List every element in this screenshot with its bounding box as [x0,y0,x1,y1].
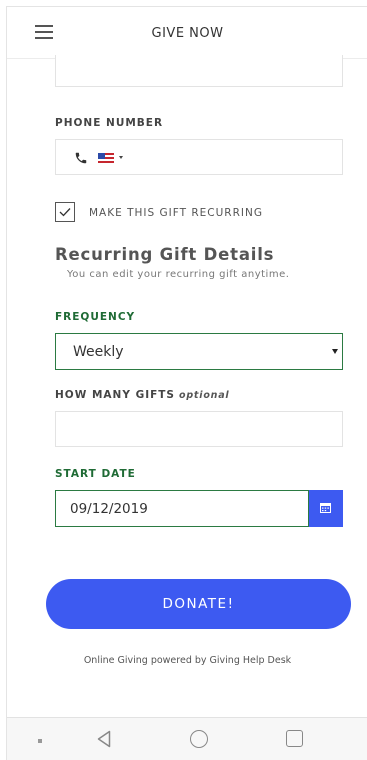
optional-tag: optional [179,390,230,401]
phone-number-label: PHONE NUMBER [55,117,164,129]
how-many-gifts-label: HOW MANY GIFTS optional [55,389,229,401]
home-icon[interactable] [190,730,208,748]
frequency-value: Weekly [73,344,124,360]
android-nav-bar [7,717,367,760]
how-many-gifts-input[interactable] [55,411,343,447]
recurring-gift-checkbox-label[interactable]: MAKE THIS GIFT RECURRING [89,207,263,219]
recurring-section-subtitle: You can edit your recurring gift anytime… [67,269,290,280]
start-date-input[interactable]: 09/12/2019 [55,490,309,527]
phone-icon [75,152,87,164]
powered-by-note: Online Giving powered by Giving Help Des… [83,655,292,666]
phone-number-input[interactable] [55,139,343,175]
chevron-down-icon[interactable] [119,156,123,159]
recurring-gift-checkbox[interactable] [55,202,75,222]
app-frame: GIVE NOW PHONE NUMBER MAKE THIS GIFT REC… [6,6,367,760]
frequency-label: FREQUENCY [55,311,136,323]
check-icon [59,208,71,217]
start-date-label: START DATE [55,468,136,480]
start-date-value: 09/12/2019 [70,501,148,517]
us-flag-icon[interactable] [98,153,114,163]
frequency-select[interactable]: Weekly [55,333,343,370]
calendar-button[interactable] [309,490,343,527]
back-icon[interactable] [97,730,111,748]
page-title: GIVE NOW [151,26,224,41]
donate-button[interactable]: DONATE! [46,579,351,629]
how-many-gifts-label-text: HOW MANY GIFTS [55,389,175,401]
chevron-down-icon [332,349,338,354]
recent-apps-icon[interactable] [286,730,303,747]
top-header: GIVE NOW [7,7,367,59]
nav-dot-icon [38,739,42,743]
previous-field-input[interactable] [55,55,343,87]
recurring-section-title: Recurring Gift Details [55,245,275,264]
calendar-icon [320,503,331,513]
